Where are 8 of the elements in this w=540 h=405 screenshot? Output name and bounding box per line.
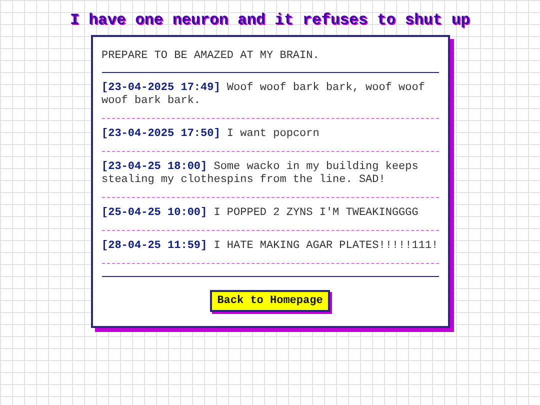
page-title: I have one neuron and it refuses to shut up <box>70 11 470 29</box>
log-entry: [25-04-25 10:00] I POPPED 2 ZYNS I'M TWEAKINGGGG <box>102 198 438 231</box>
log-entry: [23-04-2025 17:49] Woof woof bark bark, woof woof woof bark bark. <box>102 73 438 119</box>
log-entry: [28-04-25 11:59] I HATE MAKING AGAR PLATES!!!!!111! <box>102 231 438 264</box>
intro-text: PREPARE TO BE AMAZED AT MY BRAIN. <box>102 46 438 73</box>
back-button[interactable]: Back to Homepage <box>210 290 330 312</box>
log-entry: [23-04-25 18:00] Some wacko in my building keeps stealing my clothespins from the line. SAD! <box>102 152 438 198</box>
log-entry: [23-04-2025 17:50] I want popcorn <box>102 119 438 152</box>
